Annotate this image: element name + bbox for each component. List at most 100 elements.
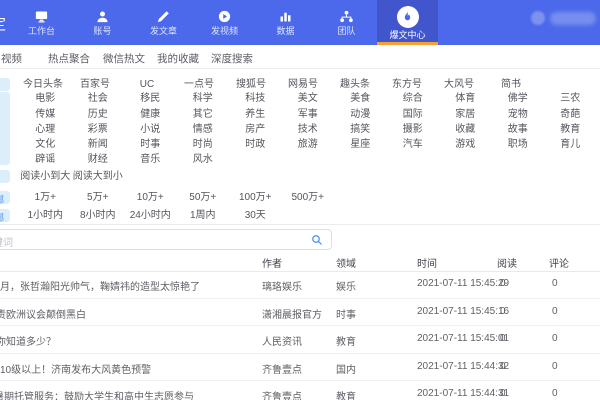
read-range-option[interactable]: 5万+ — [72, 191, 125, 204]
time-range-option[interactable]: 1周内 — [177, 209, 230, 222]
article-row[interactable]: 暑期托管服务：鼓励大学生和高中生志愿参与 齐鲁壹点 教育 2021-07-11 … — [0, 381, 600, 400]
category-filter-item[interactable]: 音乐 — [124, 153, 177, 166]
subnav-item-favorites[interactable]: 我的收藏 — [157, 51, 199, 66]
user-name-blurred[interactable] — [550, 12, 596, 25]
category-filter-item[interactable]: 佛学 — [492, 92, 545, 105]
platform-filter-item[interactable]: 今日头条 — [17, 78, 69, 91]
category-filter-item[interactable]: 心理 — [19, 123, 72, 136]
category-filter-item[interactable]: 其它 — [177, 108, 230, 121]
tab-data[interactable]: 数据 — [255, 0, 316, 45]
time-range-option[interactable]: 1小时内 — [19, 209, 72, 222]
category-filter-item[interactable]: 科学 — [177, 92, 230, 105]
platform-filter-item[interactable]: 搜狐号 — [225, 78, 277, 91]
platform-filter-item[interactable]: 东方号 — [381, 78, 433, 91]
category-filter-item[interactable]: 国际 — [387, 108, 440, 121]
tab-publish-video[interactable]: 发视频 — [194, 0, 255, 45]
category-filter-item[interactable]: 摄影 — [387, 123, 440, 136]
category-filter-item[interactable]: 传媒 — [19, 108, 72, 121]
category-filter-item[interactable]: 时政 — [229, 138, 282, 151]
time-range-option[interactable]: 8小时内 — [72, 209, 125, 222]
category-filter-item[interactable]: 旅游 — [282, 138, 335, 151]
time-range-option[interactable]: 24小时内 — [124, 209, 177, 222]
article-row[interactable]: 10级以上！济南发布大风黄色预警 齐鲁壹点 国内 2021-07-11 15:4… — [0, 354, 600, 381]
article-title-link[interactable]: 10级以上！济南发布大风黄色预警 — [0, 361, 151, 376]
sort-option[interactable]: 阅读小到大 — [19, 170, 72, 183]
article-title-link[interactable]: 暑期托管服务：鼓励大学生和高中生志愿参与 — [0, 388, 194, 400]
category-filter-item[interactable]: 情感 — [177, 123, 230, 136]
article-title-link[interactable]: 责欧洲议会颠倒黑白 — [0, 306, 86, 321]
read-range-option[interactable]: 10万+ — [124, 191, 177, 204]
category-filter-item[interactable]: 家居 — [439, 108, 492, 121]
subnav-item-video[interactable]: 视频 — [1, 51, 22, 66]
category-filter-item[interactable]: 美文 — [282, 92, 335, 105]
category-filter-item[interactable]: 社会 — [72, 92, 125, 105]
category-filter-item[interactable]: 彩票 — [72, 123, 125, 136]
category-filter-item[interactable]: 养生 — [229, 108, 282, 121]
platform-filter-item[interactable]: UC — [121, 78, 173, 91]
category-filter-item[interactable]: 体育 — [439, 92, 492, 105]
category-filter-item[interactable]: 财经 — [72, 153, 125, 166]
tab-workbench[interactable]: 工作台 — [11, 0, 72, 45]
category-selected-chip[interactable] — [0, 92, 10, 165]
platform-selected-chip[interactable] — [0, 78, 10, 91]
platform-filter-item[interactable]: 简书 — [485, 78, 537, 91]
category-filter-item[interactable]: 搞笑 — [334, 123, 387, 136]
category-filter-item[interactable]: 宠物 — [492, 108, 545, 121]
category-filter-item[interactable]: 收藏 — [439, 123, 492, 136]
category-filter-item[interactable]: 历史 — [72, 108, 125, 121]
platform-filter-item[interactable]: 趣头条 — [329, 78, 381, 91]
category-filter-item[interactable]: 新闻 — [72, 138, 125, 151]
category-filter-item[interactable]: 辟谣 — [19, 153, 72, 166]
subnav-item-wechat-hot[interactable]: 微信热文 — [103, 51, 145, 66]
time-selected-chip[interactable]: 部 — [0, 209, 10, 222]
article-row[interactable]: 你知道多少？ 人民资讯 教育 2021-07-11 15:45:01 0 0 — [0, 326, 600, 354]
article-row[interactable]: 责欧洲议会颠倒黑白 潇湘晨报官方 时事 2021-07-11 15:45:16 … — [0, 299, 600, 326]
category-filter-item[interactable]: 时事 — [124, 138, 177, 151]
category-filter-item[interactable]: 游戏 — [439, 138, 492, 151]
category-filter-item[interactable]: 电影 — [19, 92, 72, 105]
category-filter-item[interactable]: 房产 — [229, 123, 282, 136]
time-range-option[interactable]: 30天 — [229, 209, 282, 222]
keyword-search-input[interactable]: 请输入关键词 — [0, 229, 332, 250]
category-filter-item[interactable]: 风水 — [177, 153, 230, 166]
category-filter-item[interactable]: 教育 — [544, 123, 597, 136]
user-avatar[interactable] — [531, 11, 545, 25]
tab-publish-article[interactable]: 发文章 — [133, 0, 194, 45]
category-filter-item[interactable]: 时尚 — [177, 138, 230, 151]
platform-filter-item[interactable]: 网易号 — [277, 78, 329, 91]
read-range-option[interactable]: 500万+ — [282, 191, 335, 204]
platform-filter-item[interactable]: 百家号 — [69, 78, 121, 91]
subnav-item-deep-search[interactable]: 深度搜索 — [211, 51, 253, 66]
tab-team[interactable]: 团队 — [316, 0, 377, 45]
category-filter-item[interactable]: 移民 — [124, 92, 177, 105]
category-filter-item[interactable]: 星座 — [334, 138, 387, 151]
category-filter-item[interactable]: 军事 — [282, 108, 335, 121]
category-filter-item[interactable]: 美食 — [334, 92, 387, 105]
article-title-link[interactable]: 月，张哲瀚阳光帅气，鞠婧祎的造型太惊艳了 — [0, 278, 200, 293]
category-filter-item[interactable]: 小说 — [124, 123, 177, 136]
read-range-option[interactable]: 50万+ — [177, 191, 230, 204]
article-title-link[interactable]: 你知道多少？ — [0, 333, 56, 348]
category-filter-item[interactable]: 文化 — [19, 138, 72, 151]
category-filter-item[interactable]: 三农 — [544, 92, 597, 105]
category-filter-item[interactable]: 奇葩 — [544, 108, 597, 121]
platform-filter-item[interactable]: 大风号 — [433, 78, 485, 91]
tab-account[interactable]: 账号 — [72, 0, 133, 45]
category-filter-item[interactable]: 职场 — [492, 138, 545, 151]
category-filter-item[interactable]: 综合 — [387, 92, 440, 105]
category-filter-item[interactable]: 故事 — [492, 123, 545, 136]
subnav-item-hot-aggregate[interactable]: 热点聚合 — [48, 51, 90, 66]
sort-selected-chip[interactable] — [0, 170, 10, 183]
sort-option[interactable]: 阅读大到小 — [72, 170, 125, 183]
article-row[interactable]: 月，张哲瀚阳光帅气，鞠婧祎的造型太惊艳了 璃珞娱乐 娱乐 2021-07-11 … — [0, 271, 600, 299]
category-filter-item[interactable]: 汽车 — [387, 138, 440, 151]
category-filter-item[interactable]: 育儿 — [544, 138, 597, 151]
platform-filter-item[interactable]: 一点号 — [173, 78, 225, 91]
reads-selected-chip[interactable]: 部 — [0, 191, 10, 204]
read-range-option[interactable]: 100万+ — [229, 191, 282, 204]
tab-viral-center-active[interactable]: 爆文中心 — [377, 0, 438, 45]
category-filter-item[interactable]: 动漫 — [334, 108, 387, 121]
search-icon[interactable] — [311, 233, 323, 251]
category-filter-item[interactable]: 技术 — [282, 123, 335, 136]
category-filter-item[interactable]: 科技 — [229, 92, 282, 105]
